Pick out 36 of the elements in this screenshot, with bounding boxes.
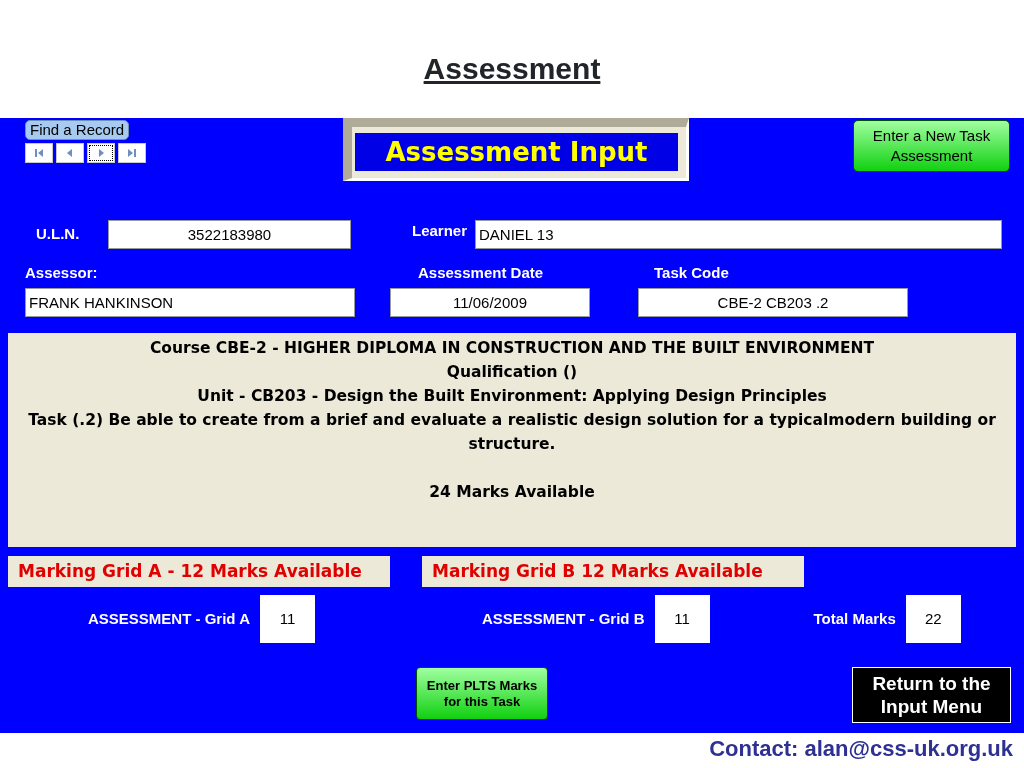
marks-label: Total Marks xyxy=(813,608,896,629)
left-triangle-icon xyxy=(65,148,75,158)
form-title: Assessment Input xyxy=(355,133,678,171)
slide-title: Assessment xyxy=(423,52,601,85)
description-text: Task (.2) Be able to create from a brief and evaluate a realistic design solution for a typicalmodern building or structure. xyxy=(27,410,997,455)
first-record-button[interactable] xyxy=(25,143,53,163)
description-text: 24 Marks Available xyxy=(428,482,596,503)
next-record-button[interactable] xyxy=(87,143,115,163)
field-label: Assessor: xyxy=(25,263,98,283)
marks-field[interactable]: 11 xyxy=(259,595,315,643)
text-field[interactable]: DANIEL 13 xyxy=(475,220,1003,249)
text-field[interactable]: 3522183980 xyxy=(108,220,351,249)
description-text: Qualification () xyxy=(445,362,579,383)
text-field[interactable]: CBE-2 CB203 .2 xyxy=(638,288,908,317)
return-menu-button[interactable]: Return to the Input Menu xyxy=(852,667,1011,723)
text-field[interactable]: FRANK HANKINSON xyxy=(25,288,355,317)
contact-text: Contact: alan@css-uk.org.uk xyxy=(708,735,1014,763)
field-label: Task Code xyxy=(654,263,729,283)
new-task-button[interactable]: Enter a New Task Assessment xyxy=(853,120,1010,172)
grid-heading: Marking Grid A - 12 Marks Available xyxy=(8,556,390,587)
grid-heading: Marking Grid B 12 Marks Available xyxy=(422,556,804,587)
plts-marks-button[interactable]: Enter PLTS Marks for this Task xyxy=(416,667,548,720)
field-label: Learner xyxy=(412,221,468,241)
skip-start-icon xyxy=(34,148,44,158)
marks-field[interactable]: 22 xyxy=(905,595,961,643)
description-text: Course CBE-2 - HIGHER DIPLOMA IN CONSTRUCTION AND THE BUILT ENVIRONMENT xyxy=(148,338,876,359)
marks-field[interactable]: 11 xyxy=(654,595,710,643)
right-triangle-icon xyxy=(96,148,106,158)
skip-end-icon xyxy=(127,148,137,158)
find-record-button[interactable]: Find a Record xyxy=(25,120,130,140)
field-label: U.L.N. xyxy=(36,224,81,245)
text-field[interactable]: 11/06/2009 xyxy=(390,288,590,317)
field-label: Assessment Date xyxy=(418,263,544,283)
marks-label: ASSESSMENT - Grid B xyxy=(481,608,645,629)
marks-label: ASSESSMENT - Grid A xyxy=(88,608,250,629)
description-text: Unit - CB203 - Design the Built Environment: Applying Design Principles xyxy=(196,386,828,407)
